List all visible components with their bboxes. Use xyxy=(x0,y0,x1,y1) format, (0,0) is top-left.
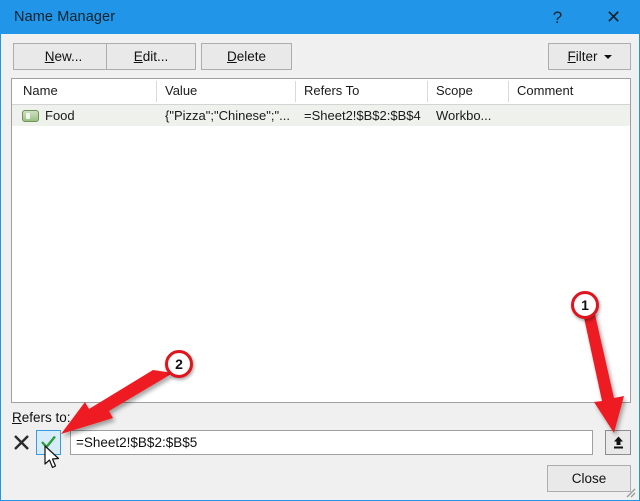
column-divider[interactable] xyxy=(508,81,509,102)
column-divider[interactable] xyxy=(295,81,296,102)
close-x-icon xyxy=(14,435,29,450)
column-divider[interactable] xyxy=(156,81,157,102)
close-button[interactable]: Close xyxy=(547,465,631,492)
column-header-scope[interactable]: Scope xyxy=(436,83,473,98)
new-button-accesskey: N xyxy=(44,49,55,64)
column-divider[interactable] xyxy=(427,81,428,102)
refers-to-label-accesskey: R xyxy=(12,410,22,425)
defined-name-icon xyxy=(22,110,39,122)
delete-button-accesskey: D xyxy=(226,49,237,64)
name-manager-dialog: Name Manager ? ✕ New... Edit... Delete F… xyxy=(0,0,640,501)
edit-button-accesskey: E xyxy=(133,49,143,64)
list-header-row: Name Value Refers To Scope Comment xyxy=(12,79,630,105)
cell-refers-to: =Sheet2!$B$2:$B$4 xyxy=(304,108,421,123)
filter-button[interactable]: Filter xyxy=(548,43,631,70)
chevron-down-icon xyxy=(603,54,612,59)
toolbar: New... Edit... Delete Filter xyxy=(2,34,638,78)
annotation-badge-1: 1 xyxy=(571,291,599,319)
edit-button-label-rest: dit... xyxy=(142,49,169,64)
table-row[interactable]: Food {"Pizza";"Chinese";"... =Sheet2!$B$… xyxy=(12,105,630,126)
edit-button[interactable]: Edit... xyxy=(106,43,196,70)
column-header-refers-to[interactable]: Refers To xyxy=(304,83,359,98)
cell-value: {"Pizza";"Chinese";"... xyxy=(165,108,290,123)
collapse-dialog-icon xyxy=(613,436,623,449)
collapse-dialog-button[interactable] xyxy=(605,430,631,455)
delete-button-label-rest: elete xyxy=(236,49,267,64)
filter-button-accesskey: F xyxy=(567,49,576,64)
cell-scope: Workbo... xyxy=(436,108,492,123)
refers-to-label-rest: efers to: xyxy=(21,410,71,425)
column-header-comment[interactable]: Comment xyxy=(517,83,573,98)
names-list[interactable]: Name Value Refers To Scope Comment Food … xyxy=(11,78,631,403)
title-bar: Name Manager ? ✕ xyxy=(1,1,639,34)
close-icon[interactable]: ✕ xyxy=(591,1,636,34)
filter-button-label-rest: ilter xyxy=(575,49,598,64)
resize-grip-icon[interactable] xyxy=(624,486,636,498)
refers-to-label: Refers to: xyxy=(12,410,71,425)
cell-name: Food xyxy=(45,108,75,123)
help-icon[interactable]: ? xyxy=(535,1,580,34)
new-button[interactable]: New... xyxy=(13,43,114,70)
annotation-badge-2: 2 xyxy=(165,350,193,378)
refers-to-input[interactable]: =Sheet2!$B$2:$B$5 xyxy=(70,430,593,455)
delete-button[interactable]: Delete xyxy=(201,43,292,70)
column-header-value[interactable]: Value xyxy=(165,83,197,98)
cancel-edit-button[interactable] xyxy=(9,430,34,455)
mouse-cursor-icon xyxy=(44,445,60,469)
column-header-name[interactable]: Name xyxy=(23,83,58,98)
new-button-label-rest: ew... xyxy=(54,49,83,64)
window-title: Name Manager xyxy=(14,9,116,25)
